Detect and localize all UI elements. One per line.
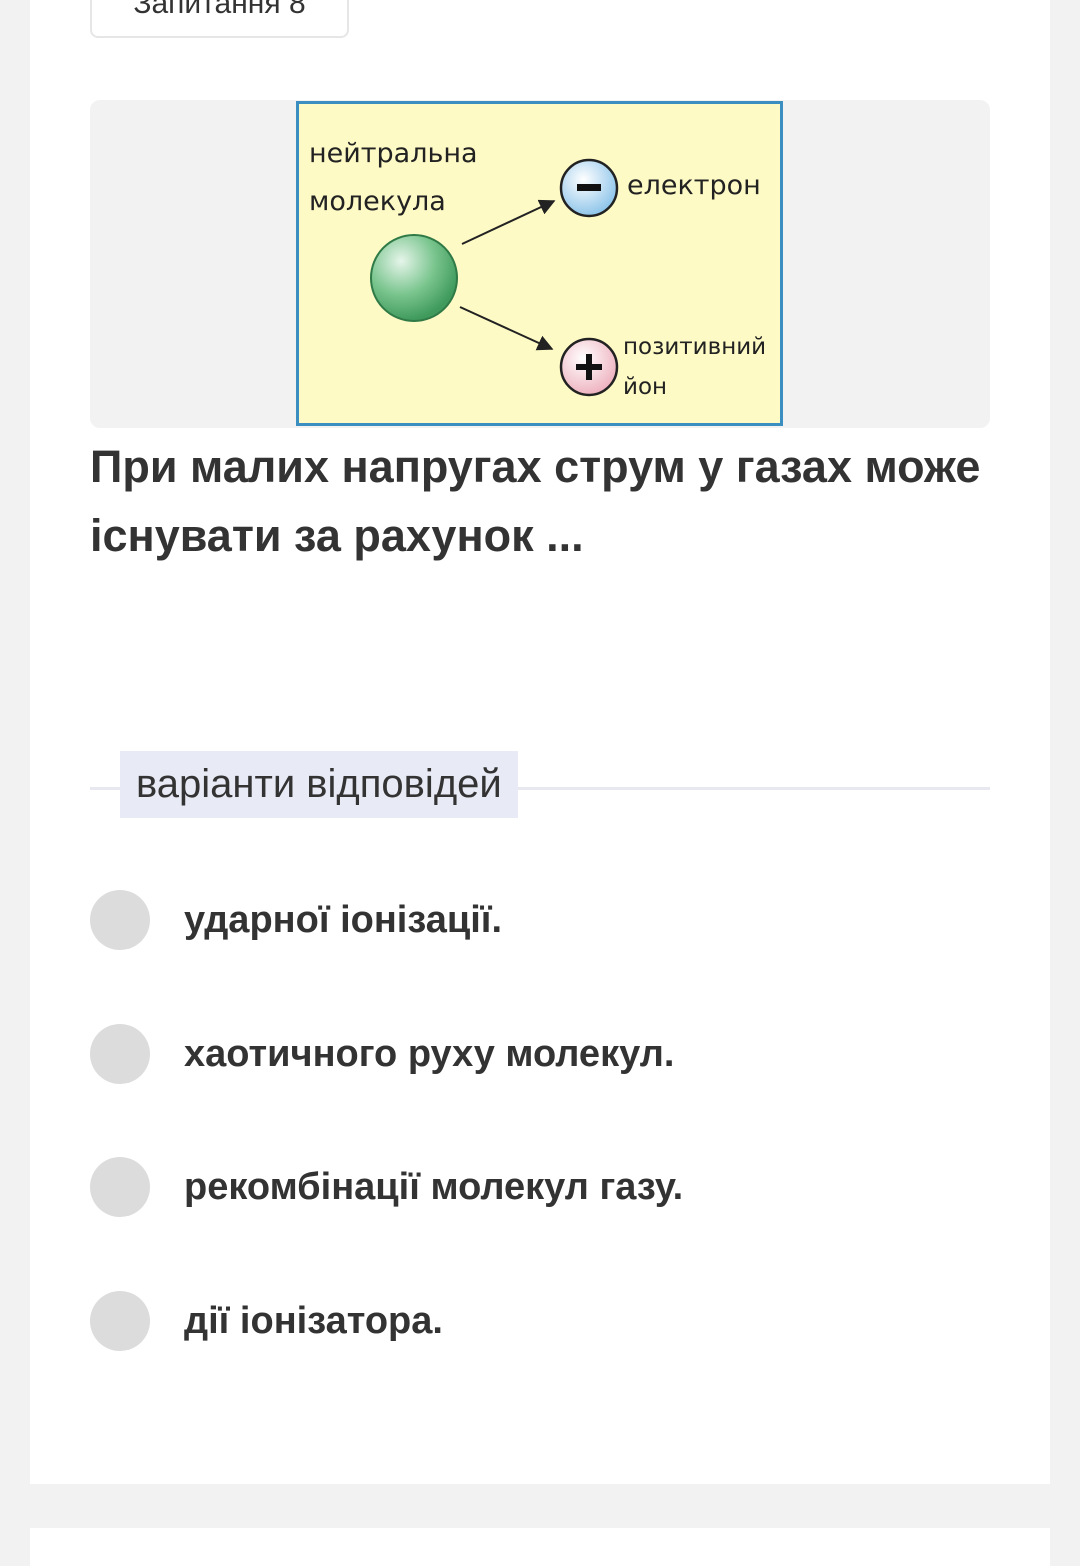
answer-option-label: хаотичного руху молекул. bbox=[184, 1032, 675, 1075]
plus-sign-vertical bbox=[586, 354, 592, 380]
answer-option-3[interactable]: рекомбінації молекул газу. bbox=[90, 1157, 990, 1217]
minus-sign-icon bbox=[577, 184, 601, 191]
answers-header: варіанти відповідей bbox=[120, 751, 518, 818]
ion-label-line1: позитивний bbox=[623, 334, 766, 360]
answer-option-label: рекомбінації молекул газу. bbox=[184, 1165, 684, 1208]
question-number-badge: Запитання 8 bbox=[90, 0, 349, 38]
radio-button[interactable] bbox=[90, 890, 150, 950]
ionization-diagram: нейтральна молекула електрон позитивний … bbox=[296, 101, 783, 426]
neutral-molecule-icon bbox=[370, 234, 458, 322]
next-question-card bbox=[30, 1528, 1050, 1566]
question-text: При малих напругах струм у газах може іс… bbox=[90, 441, 981, 561]
molecule-label-line2: молекула bbox=[309, 186, 446, 217]
answer-option-2[interactable]: хаотичного руху молекул. bbox=[90, 1024, 990, 1084]
electron-label: електрон bbox=[627, 170, 761, 201]
answer-option-1[interactable]: ударної іонізації. bbox=[90, 890, 990, 950]
molecule-label-line1: нейтральна bbox=[309, 138, 478, 169]
ion-label-line2: йон bbox=[623, 374, 667, 400]
radio-button[interactable] bbox=[90, 1157, 150, 1217]
radio-button[interactable] bbox=[90, 1291, 150, 1351]
answer-option-label: дії іонізатора. bbox=[184, 1299, 443, 1342]
answer-option-4[interactable]: дії іонізатора. bbox=[90, 1291, 990, 1351]
question-card: Запитання 8 нейтральна молекула електрон… bbox=[30, 0, 1050, 1484]
question-image-container: нейтральна молекула електрон позитивний … bbox=[90, 100, 990, 428]
radio-button[interactable] bbox=[90, 1024, 150, 1084]
answer-option-label: ударної іонізації. bbox=[184, 898, 503, 941]
question-number-label: Запитання 8 bbox=[133, 0, 306, 20]
